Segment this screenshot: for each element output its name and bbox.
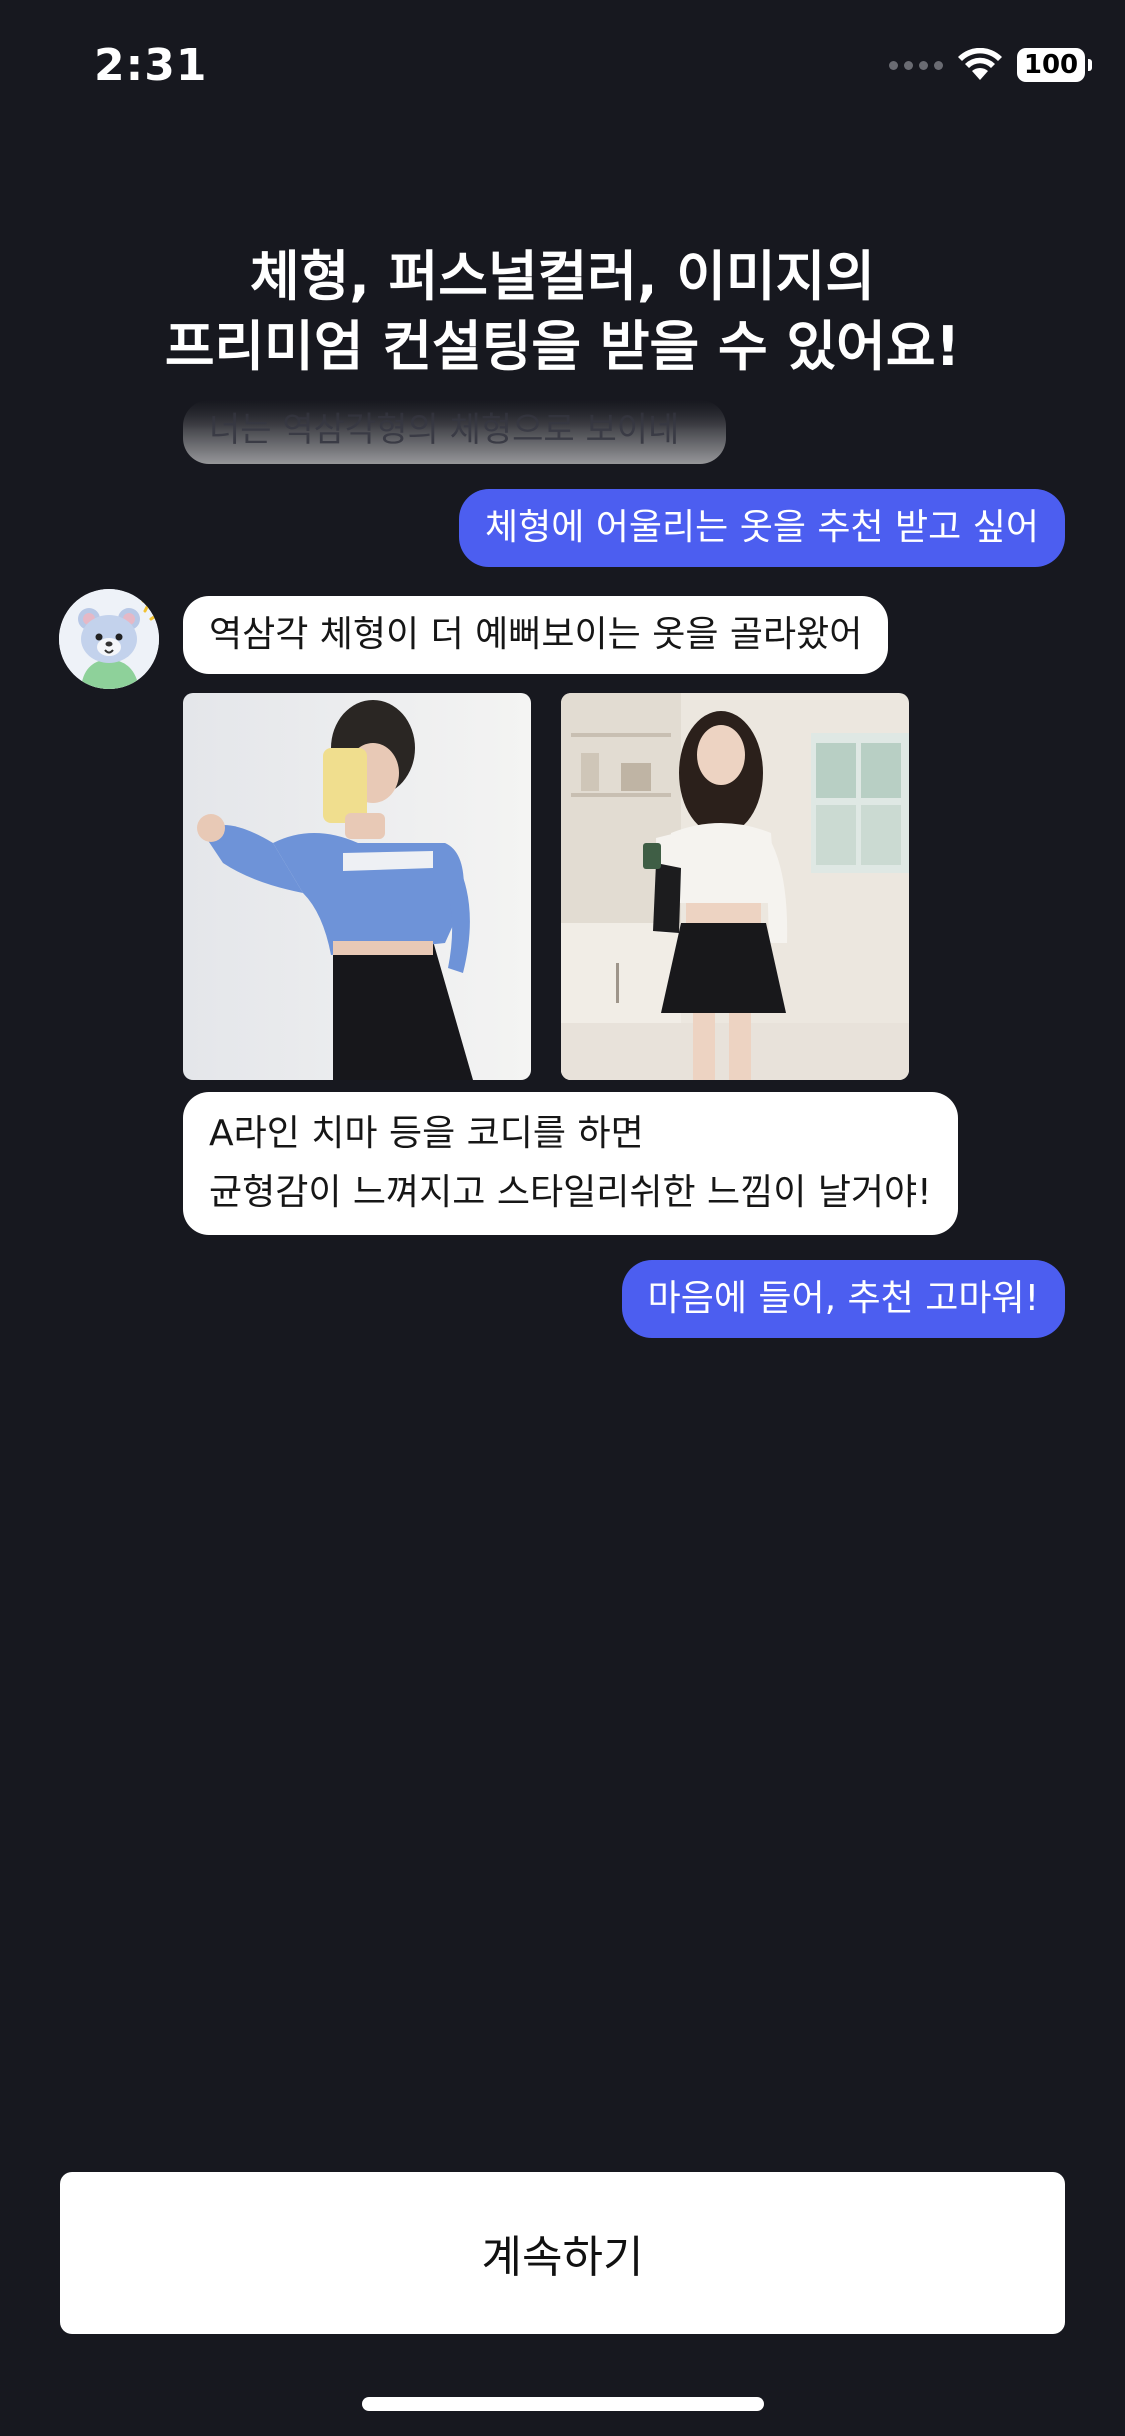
bot-message-bubble: 역삼각 체형이 더 예뻐보이는 옷을 골라왔어 (183, 596, 889, 674)
chat-thread[interactable]: 너는 역삼각형의 체형으로 보이네 체형에 어울리는 옷을 추천 받고 싶어 역… (0, 0, 1125, 1400)
page-title: 체형, 퍼스널컬러, 이미지의 프리미엄 컨설팅을 받을 수 있어요! (0, 242, 1125, 382)
bot-message-line: A라인 치마 등을 코디를 하면 (209, 1113, 644, 1154)
home-indicator[interactable] (362, 2397, 764, 2411)
bot-message-line: 균형감이 느껴지고 스타일리쉬한 느낌이 날거야! (209, 1172, 932, 1214)
title-line-2: 프리미엄 컨설팅을 받을 수 있어요! (164, 315, 961, 379)
chat-screen: 2:31 100 너는 역삼각형의 체형으로 보이네 체형에 어울리는 옷을 추… (0, 0, 1125, 2436)
title-line-1: 체형, 퍼스널컬러, 이미지의 (249, 245, 876, 308)
outfit-photo-2[interactable] (561, 693, 909, 1080)
continue-button[interactable]: 계속하기 (60, 2172, 1065, 2334)
outfit-photo-1[interactable] (183, 693, 531, 1080)
user-message-bubble: 마음에 들어, 추천 고마워! (621, 1260, 1065, 1338)
user-message-bubble: 체형에 어울리는 옷을 추천 받고 싶어 (458, 489, 1065, 567)
bear-avatar-icon (59, 589, 159, 689)
bot-message-bubble: A라인 치마 등을 코디를 하면 균형감이 느껴지고 스타일리쉬한 느낌이 날거… (183, 1092, 958, 1235)
